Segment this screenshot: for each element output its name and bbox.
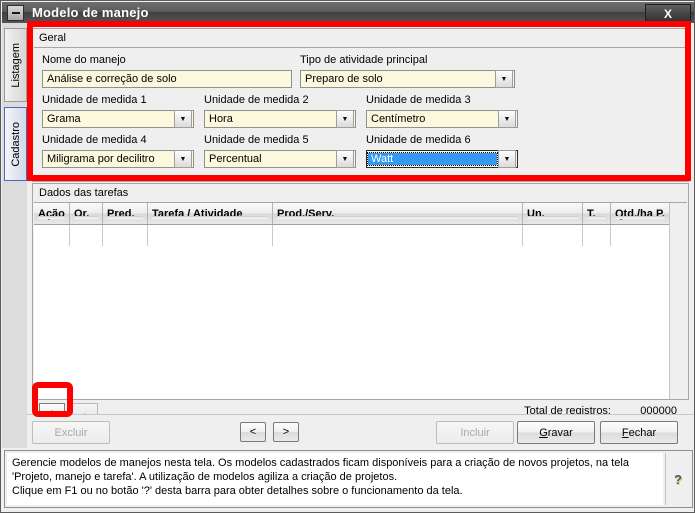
sidebar-tab-cadastro[interactable]: Cadastro [4,107,27,181]
label-tipo-de-atividade: Tipo de atividade principal [300,54,428,66]
column-header-prodserv[interactable]: Prod./Serv. [273,203,523,224]
column-header-qtd[interactable]: Qtd./ha P. [611,203,670,224]
chevron-down-icon[interactable]: ▼ [336,110,354,128]
general-group-title: Geral [39,32,66,44]
cell-prodserv[interactable] [273,225,523,246]
close-button[interactable]: X [645,4,691,23]
label-unidade-medida-1: Unidade de medida 1 [42,94,147,106]
column-header-un[interactable]: Un. [523,203,583,224]
minimize-glyph [11,11,20,14]
column-header-acao[interactable]: Ação [34,203,70,224]
tasks-group-title: Dados das tarefas [39,187,129,199]
gravar-button[interactable]: Gravar [517,421,595,444]
tasks-grid[interactable]: Ação Or. Pred. Tarefa / Atividade Prod./… [34,202,687,399]
label-unidade-medida-5: Unidade de medida 5 [204,134,309,146]
chevron-down-icon[interactable]: ▼ [498,150,516,168]
label-unidade-medida-6: Unidade de medida 6 [366,134,471,146]
status-line-2: 'Projeto, manejo e tarefa'. A utilização… [12,471,398,483]
previous-record-button[interactable]: < [240,422,266,442]
fechar-button[interactable]: Fechar [600,421,678,444]
label-unidade-medida-4: Unidade de medida 4 [42,134,147,146]
application-window: Modelo de manejo X Listagem Cadastro Ger… [0,0,695,513]
general-group-box: Geral Nome do manejo Análise e correção … [32,28,689,182]
status-help-panel: Gerencie modelos de manejos nesta tela. … [4,450,693,508]
chevron-down-icon[interactable]: ▼ [174,110,192,128]
cell-pred[interactable] [103,225,148,246]
minimize-icon[interactable] [7,4,24,21]
column-header-tarefa[interactable]: Tarefa / Atividade [148,203,273,224]
status-line-3: Clique em F1 ou no botão '?' desta barra… [12,485,463,497]
chevron-down-icon[interactable]: ▼ [498,110,516,128]
unidade-medida-3-value: Centímetro [371,113,426,125]
status-line-1: Gerencie modelos de manejos nesta tela. … [12,457,629,469]
general-group-content: Nome do manejo Análise e correção de sol… [34,47,687,181]
unidade-medida-2-combo[interactable]: Hora ▼ [204,110,356,128]
cell-qtd[interactable] [611,225,670,246]
tasks-grid-vertical-scrollbar[interactable] [669,203,687,399]
action-button-bar: Excluir < > Incluir Gravar Fechar [27,414,694,449]
tipo-de-atividade-combo[interactable]: Preparo de solo ▼ [300,70,515,88]
help-button[interactable]: ? [665,453,690,505]
unidade-medida-5-value: Percentual [209,153,262,165]
column-header-or[interactable]: Or. [70,203,103,224]
unidade-medida-4-value: Miligrama por decilitro [47,153,155,165]
gravar-label: Gravar [539,426,573,439]
next-record-button[interactable]: > [273,422,299,442]
column-header-pred[interactable]: Pred. [103,203,148,224]
cell-or[interactable] [70,225,103,246]
tasks-grid-header: Ação Or. Pred. Tarefa / Atividade Prod./… [34,203,687,225]
label-unidade-medida-3: Unidade de medida 3 [366,94,471,106]
window-title-bar: Modelo de manejo X [2,2,694,23]
cell-acao[interactable] [34,225,70,246]
chevron-down-icon[interactable]: ▼ [495,70,513,88]
chevron-down-icon[interactable]: ▼ [174,150,192,168]
sidebar-tab-cadastro-label: Cadastro [9,121,22,167]
column-header-t[interactable]: T. [583,203,611,224]
window-title: Modelo de manejo [32,5,149,20]
nome-do-manejo-input[interactable]: Análise e correção de solo [42,70,292,88]
unidade-medida-6-value: Watt [367,152,498,166]
excluir-button: Excluir [32,421,110,444]
sidebar-tab-listagem[interactable]: Listagem [4,28,27,102]
fechar-label: Fechar [621,426,657,439]
incluir-button: Incluir [436,421,514,444]
unidade-medida-6-combo[interactable]: Watt ▼ [366,150,518,168]
chevron-down-icon[interactable]: ▼ [336,150,354,168]
table-row[interactable] [34,225,687,247]
tasks-grid-empty-body[interactable] [34,246,687,399]
unidade-medida-1-combo[interactable]: Grama ▼ [42,110,194,128]
unidade-medida-2-value: Hora [209,113,233,125]
label-unidade-medida-2: Unidade de medida 2 [204,94,309,106]
label-nome-do-manejo: Nome do manejo [42,54,126,66]
cell-t[interactable] [583,225,611,246]
question-mark-icon: ? [674,471,682,487]
unidade-medida-1-value: Grama [47,113,81,125]
cell-tarefa[interactable] [148,225,273,246]
cell-un[interactable] [523,225,583,246]
side-tab-strip: Listagem Cadastro [2,23,28,448]
unidade-medida-3-combo[interactable]: Centímetro ▼ [366,110,518,128]
unidade-medida-5-combo[interactable]: Percentual ▼ [204,150,356,168]
status-message: Gerencie modelos de manejos nesta tela. … [7,453,663,505]
tipo-de-atividade-value: Preparo de solo [305,73,383,85]
unidade-medida-4-combo[interactable]: Miligrama por decilitro ▼ [42,150,194,168]
sidebar-tab-listagem-label: Listagem [9,42,22,88]
client-area: Geral Nome do manejo Análise e correção … [27,23,694,448]
tasks-group-box: Dados das tarefas Ação Or. Pred. Tarefa … [32,183,689,400]
